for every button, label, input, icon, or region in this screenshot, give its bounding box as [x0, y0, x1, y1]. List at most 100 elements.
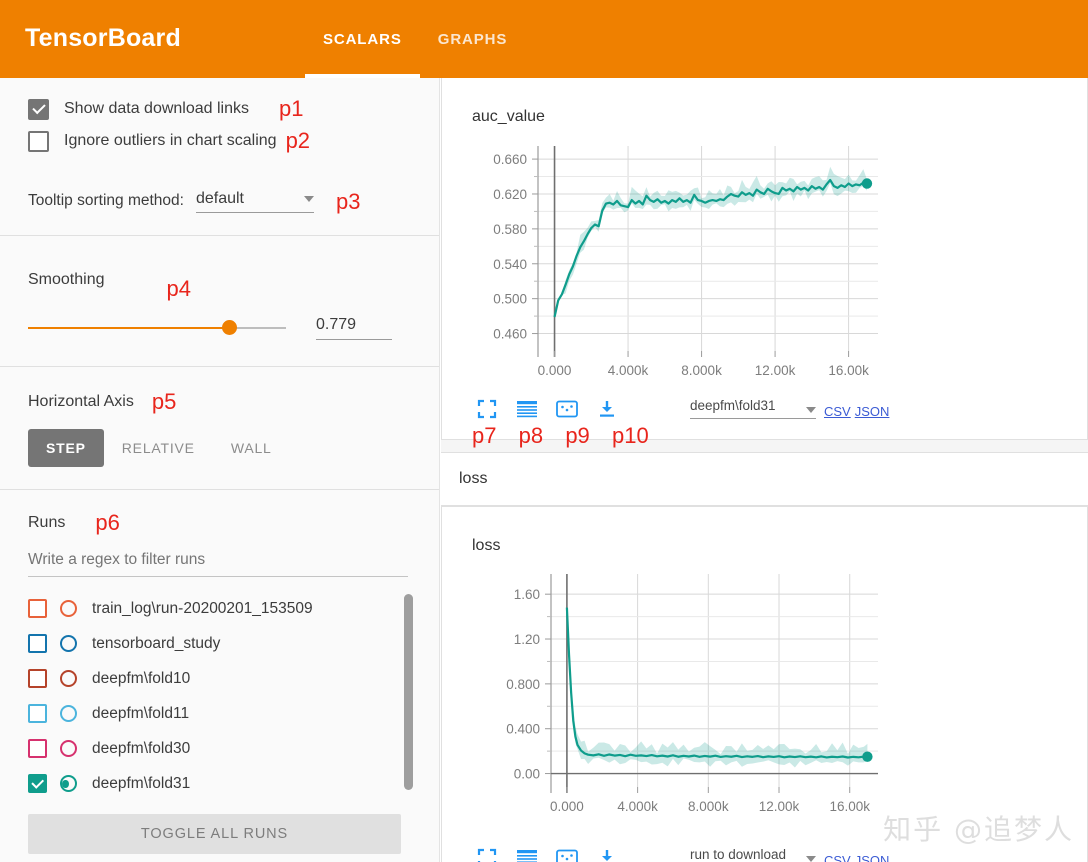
- xtick-label: 16.00k: [828, 363, 869, 378]
- run-list-item[interactable]: deepfm\fold30: [28, 731, 412, 766]
- run-list-item[interactable]: tensorboard_study: [28, 626, 412, 661]
- run-list-item[interactable]: deepfm\fold11: [28, 696, 412, 731]
- divider-3: [0, 489, 439, 490]
- ignore-outliers-row[interactable]: Ignore outliers in chart scaling p2: [28, 125, 411, 157]
- ytick-label: 0.400: [506, 722, 540, 737]
- xtick-label: 0.000: [538, 363, 572, 378]
- xtick-label: 8.000k: [688, 799, 729, 814]
- download-controls-auc: deepfm\fold31 CSV JSON: [690, 398, 889, 419]
- run-list-item[interactable]: deepfm\fold31: [28, 766, 412, 801]
- chart-title-auc-value: auc_value: [472, 108, 545, 125]
- data-table-icon[interactable]: [512, 845, 542, 862]
- run-radio[interactable]: [60, 775, 77, 792]
- tab-graphs-label: GRAPHS: [437, 30, 508, 48]
- chart-auc-value[interactable]: 0.460 0.500 0.540 0.580 0.620 0.660 0.000 4.000…: [466, 136, 896, 401]
- axis-option-wall[interactable]: WALL: [213, 429, 290, 467]
- download-icon[interactable]: [592, 845, 622, 862]
- tab-graphs[interactable]: GRAPHS: [420, 0, 526, 78]
- runs-title: Runs: [28, 514, 66, 531]
- app-title: TensorBoard: [25, 24, 181, 52]
- chart-auc-value-svg: 0.460 0.500 0.540 0.580 0.620 0.660 0.000 4.000…: [493, 146, 878, 378]
- run-radio[interactable]: [60, 670, 77, 687]
- smoothing-slider-row: 0.779: [28, 316, 411, 340]
- run-list-item[interactable]: deepfm\fold10: [28, 661, 412, 696]
- xtick-label: 12.00k: [759, 799, 800, 814]
- run-radio[interactable]: [60, 740, 77, 757]
- run-radio[interactable]: [60, 635, 77, 652]
- run-radio[interactable]: [60, 705, 77, 722]
- annotation-p4: p4: [166, 276, 191, 301]
- toolbar-loss: [472, 845, 632, 862]
- ignore-outliers-checkbox[interactable]: [28, 130, 49, 152]
- run-checkbox[interactable]: [28, 774, 47, 793]
- axis-option-step[interactable]: STEP: [28, 429, 104, 467]
- tooltip-sorting-value: default: [195, 190, 244, 207]
- tooltip-sorting-select[interactable]: default: [195, 190, 314, 213]
- chevron-down-icon: [806, 856, 816, 862]
- chart-title-loss: loss: [472, 537, 501, 554]
- fit-domain-icon[interactable]: [552, 396, 582, 422]
- json-link-auc[interactable]: JSON: [855, 404, 890, 419]
- smoothing-slider-thumb[interactable]: [221, 320, 237, 335]
- smoothing-slider-fill: [28, 327, 230, 329]
- ytick-label: 0.540: [493, 257, 527, 272]
- run-label: deepfm\fold11: [92, 704, 190, 722]
- runs-list: train_log\run-20200201_153509 tensorboard…: [28, 591, 413, 801]
- chevron-down-icon: [303, 196, 314, 202]
- csv-link-auc[interactable]: CSV: [824, 404, 851, 419]
- chart-loss-svg: 0.00 0.400 0.800 1.20 1.60 0.000 4.000k 8.000k 1…: [506, 574, 878, 814]
- section-header-loss[interactable]: loss: [441, 452, 1088, 506]
- show-download-links-row[interactable]: Show data download links p1: [28, 93, 411, 125]
- run-label: train_log\run-20200201_153509: [92, 599, 313, 617]
- fit-domain-icon[interactable]: [552, 845, 582, 862]
- show-download-links-checkbox[interactable]: [28, 98, 49, 120]
- axis-option-wall-label: WALL: [230, 440, 272, 456]
- tab-scalars-label: SCALARS: [322, 30, 402, 48]
- data-table-icon[interactable]: [512, 396, 542, 422]
- download-icon[interactable]: [592, 396, 622, 422]
- section-header-loss-label: loss: [459, 470, 488, 487]
- run-checkbox[interactable]: [28, 634, 47, 653]
- horizontal-axis-title: Horizontal Axis: [28, 393, 134, 410]
- run-checkbox[interactable]: [28, 704, 47, 723]
- smoothing-value-input[interactable]: 0.779: [316, 316, 392, 340]
- run-radio[interactable]: [60, 600, 77, 617]
- run-checkbox[interactable]: [28, 669, 47, 688]
- csv-link-loss[interactable]: CSV: [824, 853, 851, 862]
- expand-icon[interactable]: [472, 396, 502, 422]
- xtick-label: 0.000: [550, 799, 584, 814]
- axis-option-relative[interactable]: RELATIVE: [104, 429, 213, 467]
- run-to-download-select-auc[interactable]: deepfm\fold31: [690, 398, 816, 419]
- app-header: TensorBoard SCALARS GRAPHS: [0, 0, 1088, 78]
- annotation-p2: p2: [285, 128, 311, 153]
- run-label: deepfm\fold10: [92, 669, 191, 687]
- run-label: deepfm\fold30: [92, 739, 191, 757]
- smoothing-title: Smoothing: [28, 271, 105, 288]
- run-to-download-select-loss[interactable]: run to download: [690, 847, 816, 862]
- chart-loss[interactable]: 0.00 0.400 0.800 1.20 1.60 0.000 4.000k 8.000k 1…: [466, 562, 896, 842]
- ytick-label: 0.580: [493, 222, 527, 237]
- axis-option-step-label: STEP: [46, 440, 86, 456]
- expand-icon[interactable]: [472, 845, 502, 862]
- annotation-p7: p7: [472, 423, 497, 448]
- tooltip-sorting-row: Tooltip sorting method: default p3: [28, 179, 411, 214]
- smoothing-slider[interactable]: [28, 320, 286, 335]
- toggle-all-runs-button[interactable]: TOGGLE ALL RUNS: [28, 814, 401, 854]
- watermark: 知乎 @追梦人: [883, 813, 1074, 846]
- download-controls-loss: run to download CSV JSON: [690, 847, 889, 862]
- runs-filter-input[interactable]: [28, 551, 408, 577]
- divider-2: [0, 366, 439, 367]
- runs-header: Runs p6: [28, 510, 411, 536]
- run-list-item[interactable]: train_log\run-20200201_153509: [28, 591, 412, 626]
- json-link-loss[interactable]: JSON: [855, 853, 890, 862]
- run-to-download-value-auc: deepfm\fold31: [690, 398, 776, 413]
- run-label: tensorboard_study: [92, 634, 221, 652]
- chart-endpoint-marker: [862, 751, 873, 762]
- annotation-p5: p5: [151, 389, 177, 414]
- tab-scalars[interactable]: SCALARS: [304, 0, 420, 78]
- run-checkbox[interactable]: [28, 739, 47, 758]
- runs-list-scrollbar[interactable]: [404, 594, 413, 790]
- run-checkbox[interactable]: [28, 599, 47, 618]
- ytick-label: 0.500: [493, 292, 527, 307]
- horizontal-axis-header: Horizontal Axis p5: [28, 389, 411, 415]
